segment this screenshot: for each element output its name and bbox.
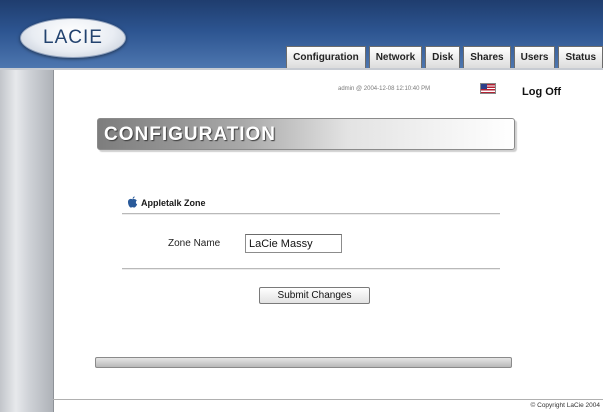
left-sidebar-band	[0, 70, 54, 412]
logo-text: LACIE	[43, 27, 103, 48]
header-divider	[0, 68, 603, 70]
us-flag-icon[interactable]	[480, 83, 496, 94]
appletalk-section-header: Appletalk Zone	[127, 196, 206, 208]
copyright-text: © Copyright LaCie 2004	[530, 402, 600, 409]
section-divider-top	[122, 213, 500, 215]
section-title: Appletalk Zone	[141, 198, 206, 208]
main-nav-tabs: Configuration Network Disk Shares Users …	[283, 46, 603, 68]
tab-shares[interactable]: Shares	[463, 46, 511, 68]
tab-users[interactable]: Users	[513, 46, 556, 68]
zone-name-input[interactable]	[245, 234, 342, 253]
page-title-banner: CONFIGURATION	[97, 118, 515, 150]
page-title: CONFIGURATION	[104, 124, 277, 145]
apple-icon	[127, 196, 138, 208]
tab-status[interactable]: Status	[558, 46, 603, 68]
lacie-logo[interactable]: LACIE	[20, 18, 126, 58]
top-header: LACIE Configuration Network Disk Shares …	[0, 0, 603, 70]
submit-changes-button[interactable]: Submit Changes	[259, 287, 370, 304]
tab-disk[interactable]: Disk	[425, 46, 461, 68]
bottom-separator-bar	[95, 357, 512, 368]
tab-network[interactable]: Network	[368, 46, 423, 68]
session-status: admin @ 2004-12-08 12:10:40 PM	[338, 86, 431, 92]
tab-configuration[interactable]: Configuration	[286, 46, 366, 68]
footer-divider	[53, 399, 603, 400]
zone-name-label: Zone Name	[168, 238, 221, 249]
section-divider-bottom	[122, 268, 500, 270]
log-off-link[interactable]: Log Off	[522, 86, 561, 98]
